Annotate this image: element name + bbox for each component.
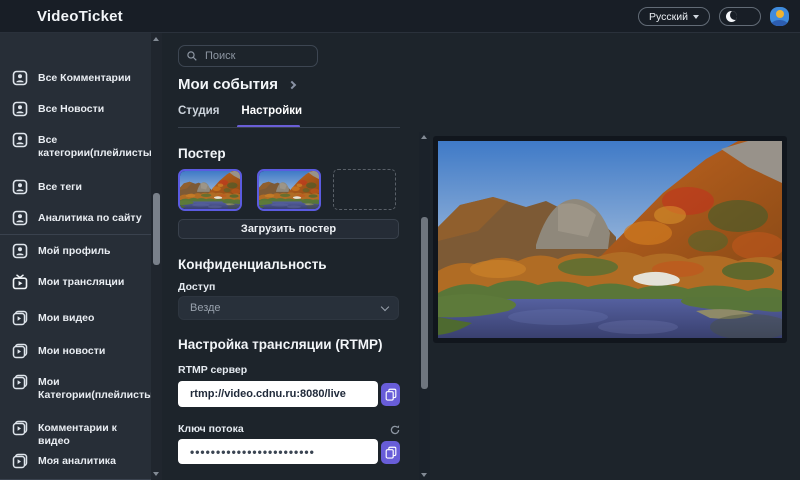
copy-server-button[interactable] <box>381 383 400 406</box>
poster-thumbnail-2[interactable] <box>257 169 321 211</box>
sidebar-item-my-streams[interactable]: Мои трансляции <box>0 274 151 290</box>
copy-key-button[interactable] <box>381 441 400 464</box>
sidebar-item-label: Все Новости <box>38 101 151 116</box>
sidebar-item-label: Все Комментарии <box>38 70 151 85</box>
sidebar-item-label: Моя аналитика <box>38 453 151 468</box>
sidebar-item-my-analytics[interactable]: Моя аналитика <box>0 453 151 469</box>
sidebar-item-label: Мои трансляции <box>38 274 151 289</box>
header-controls: Русский <box>638 7 789 26</box>
upload-poster-button[interactable]: Загрузить постер <box>178 219 399 239</box>
sidebar-item-label: Все теги <box>38 179 151 194</box>
language-label: Русский <box>649 11 688 23</box>
sidebar-item-label: Мои Категории(плейлисты) <box>38 374 156 402</box>
avatar-body <box>771 20 788 26</box>
sidebar-divider <box>0 234 151 235</box>
header: VideoTicket Русский <box>0 0 800 33</box>
sidebar-item-all-categories[interactable]: Все категории(плейлисты) <box>0 132 151 160</box>
language-selector[interactable]: Русский <box>638 7 710 26</box>
sidebar-item-label: Аналитика по сайту <box>38 210 151 225</box>
content-scrollbar-thumb[interactable] <box>421 217 428 389</box>
moon-icon <box>726 11 737 22</box>
user-card-icon <box>12 179 28 195</box>
user-card-icon <box>12 243 28 259</box>
access-select[interactable]: Везде <box>178 296 399 320</box>
rtmp-server-label: RTMP сервер <box>178 364 247 376</box>
scroll-down-icon[interactable] <box>421 473 427 477</box>
search-icon <box>186 50 198 62</box>
user-card-icon <box>12 132 28 148</box>
rtmp-server-input[interactable] <box>178 381 378 407</box>
app-title: VideoTicket <box>37 8 123 25</box>
sidebar-item-label: Мой профиль <box>38 243 151 258</box>
scroll-down-icon[interactable] <box>153 472 159 476</box>
sidebar-item-my-videos[interactable]: Мои видео <box>0 310 151 326</box>
access-select-value: Везде <box>190 302 221 314</box>
sidebar: Все Комментарии Все Новости Все категори… <box>0 33 162 480</box>
sidebar-scrollbar[interactable] <box>151 33 162 480</box>
sidebar-item-site-analytics[interactable]: Аналитика по сайту <box>0 210 151 226</box>
content-scrollbar[interactable] <box>419 132 430 480</box>
video-stack-icon <box>12 310 28 326</box>
sidebar-item-label: Мои новости <box>38 343 151 358</box>
poster-image <box>180 171 240 209</box>
scroll-up-icon[interactable] <box>421 135 427 139</box>
tv-broadcast-icon <box>12 274 28 290</box>
sidebar-scrollbar-thumb[interactable] <box>153 193 160 265</box>
sidebar-item-label: Мои видео <box>38 310 151 325</box>
video-stack-icon <box>12 343 28 359</box>
breadcrumb: Мои события <box>178 76 295 93</box>
sidebar-item-my-profile[interactable]: Мой профиль <box>0 243 151 259</box>
caret-down-icon <box>693 15 699 19</box>
privacy-heading: Конфиденциальность <box>178 257 327 272</box>
poster-heading: Постер <box>178 146 226 161</box>
sidebar-item-all-comments[interactable]: Все Комментарии <box>0 70 151 86</box>
tab-divider <box>178 127 400 128</box>
copy-icon <box>384 445 398 460</box>
video-stack-icon <box>12 420 28 436</box>
sidebar-item-my-news[interactable]: Мои новости <box>0 343 151 359</box>
app-root: VideoTicket Русский Все Комментарии Все … <box>0 0 800 480</box>
poster-image <box>259 171 319 209</box>
user-card-icon <box>12 70 28 86</box>
theme-toggle[interactable] <box>719 7 761 26</box>
copy-icon <box>384 387 398 402</box>
stream-poster-image <box>438 141 782 338</box>
rtmp-heading: Настройка трансляции (RTMP) <box>178 337 383 352</box>
poster-thumbnail-1[interactable] <box>178 169 242 211</box>
sidebar-item-all-tags[interactable]: Все теги <box>0 179 151 195</box>
user-card-icon <box>12 101 28 117</box>
tab-studio[interactable]: Студия <box>178 105 219 117</box>
chevron-down-icon <box>381 303 389 311</box>
tab-settings[interactable]: Настройки <box>241 105 302 117</box>
avatar-head <box>776 10 784 18</box>
video-stack-icon <box>12 374 28 390</box>
stream-key-label: Ключ потока <box>178 423 244 435</box>
avatar[interactable] <box>770 7 789 26</box>
user-card-icon <box>12 210 28 226</box>
stream-key-input[interactable] <box>178 439 378 464</box>
access-label: Доступ <box>178 281 215 293</box>
stream-preview-player[interactable] <box>433 136 787 343</box>
tab-bar: Студия Настройки <box>178 105 302 117</box>
sidebar-item-label: Комментарии к видео <box>38 420 151 448</box>
sidebar-item-all-news[interactable]: Все Новости <box>0 101 151 117</box>
scroll-up-icon[interactable] <box>153 37 159 41</box>
search-input[interactable] <box>178 45 318 67</box>
refresh-key-icon[interactable] <box>389 424 401 436</box>
search-box <box>178 45 318 67</box>
sidebar-item-label: Все категории(плейлисты) <box>38 132 155 160</box>
chevron-right-icon[interactable] <box>288 81 296 89</box>
poster-empty-slot[interactable] <box>333 169 396 210</box>
sidebar-item-video-comments[interactable]: Комментарии к видео <box>0 420 151 448</box>
page-title: Мои события <box>178 76 278 93</box>
sidebar-item-my-categories[interactable]: Мои Категории(плейлисты) <box>0 374 151 402</box>
video-stack-icon <box>12 453 28 469</box>
